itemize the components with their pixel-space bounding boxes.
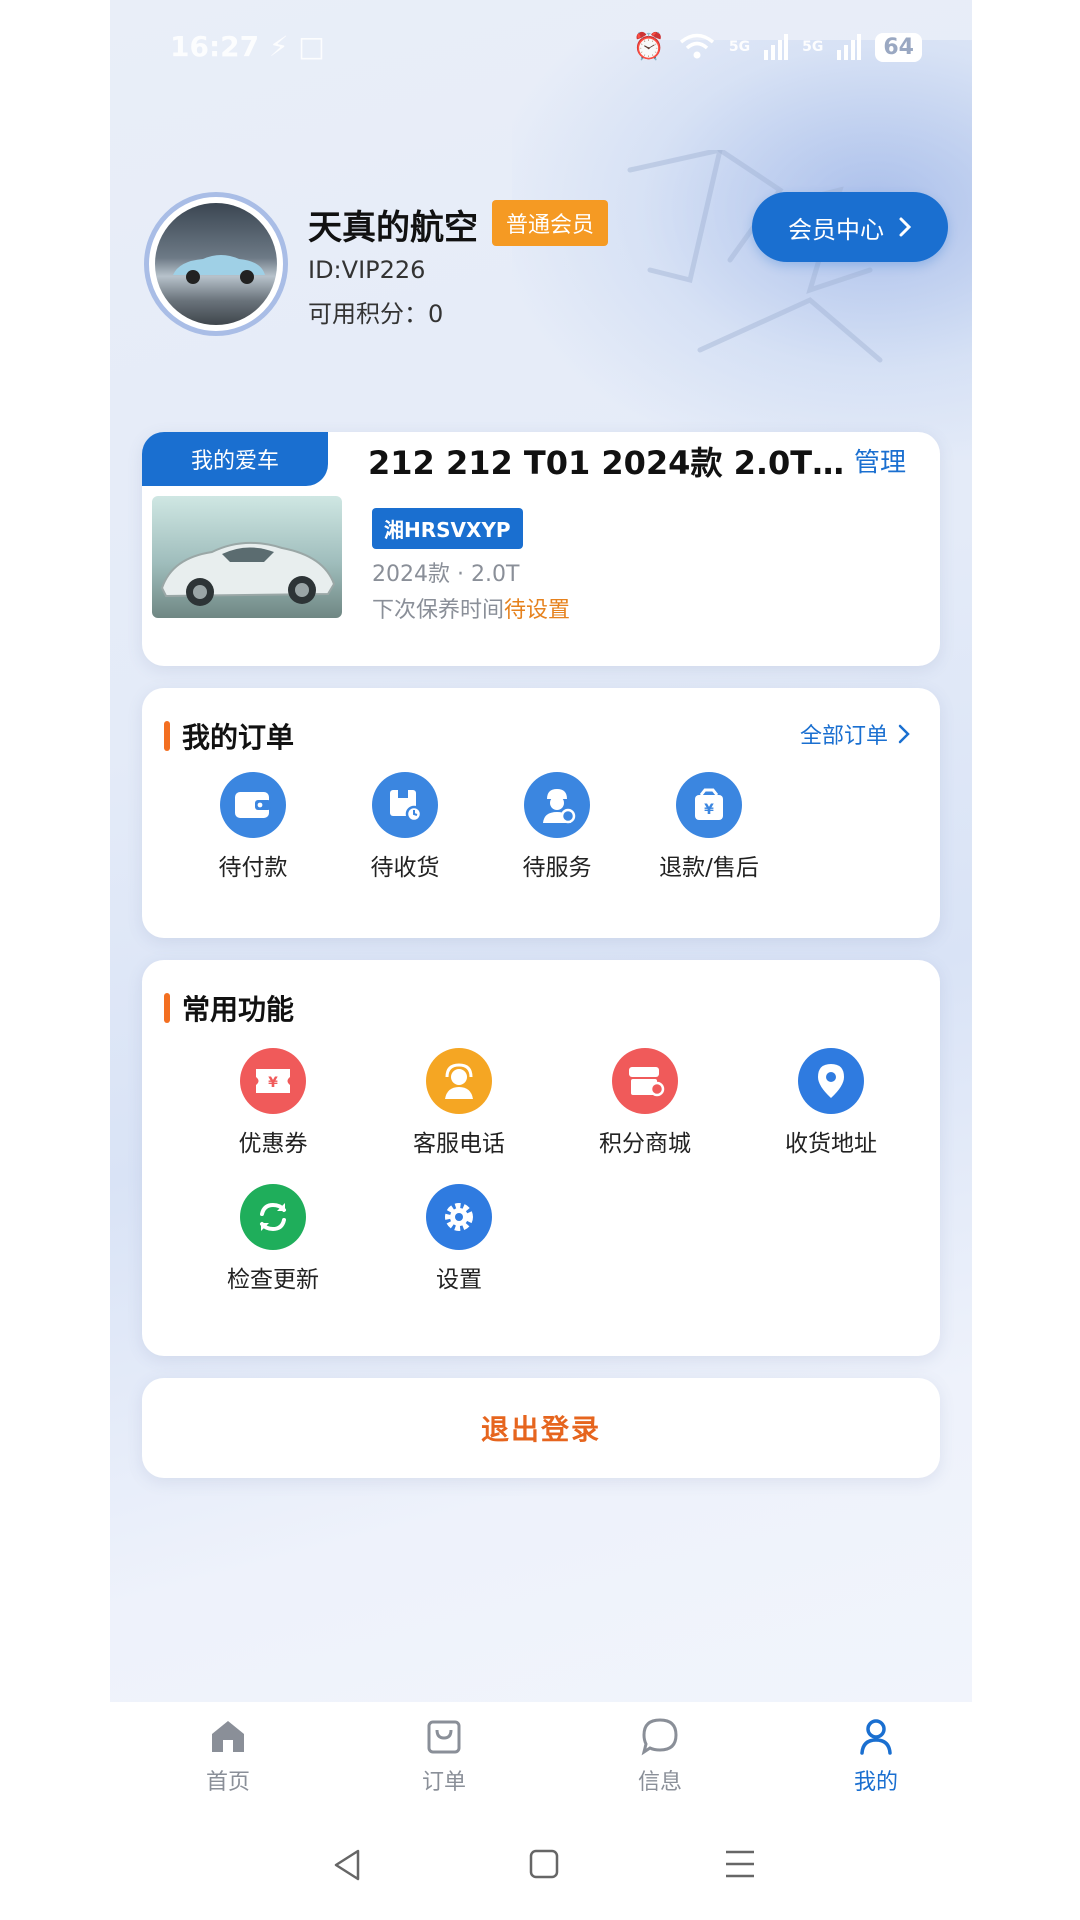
func-check-update-label: 检查更新 <box>227 1267 319 1293</box>
logout-label: 退出登录 <box>480 1413 601 1446</box>
svg-text:¥: ¥ <box>268 1075 278 1091</box>
user-points: 可用积分：0 <box>308 300 444 328</box>
car-spec: 2024款 · 2.0T <box>372 562 520 587</box>
order-pending-payment[interactable]: 待付款 <box>188 772 318 882</box>
order-pending-delivery[interactable]: 待收货 <box>340 772 470 882</box>
bag-icon <box>427 1720 461 1754</box>
signal-bars-icon <box>764 34 789 60</box>
func-settings-label: 设置 <box>436 1267 482 1293</box>
nav-messages[interactable]: 信息 <box>600 1716 720 1796</box>
alarm-icon: ⏰ <box>632 32 665 62</box>
user-id: ID:VIP226 <box>308 256 426 284</box>
maintenance-info: 下次保养时间待设置 <box>372 592 570 624</box>
status-time: 16:27 ⚡ □ <box>170 30 325 63</box>
wifi-icon <box>679 33 715 59</box>
avatar[interactable] <box>144 192 288 336</box>
all-orders-link[interactable]: 全部订单 <box>800 718 910 750</box>
car-icon <box>173 255 265 284</box>
maintenance-value[interactable]: 待设置 <box>504 598 570 623</box>
car-title: 212 212 T01 2024款 2.0T 检... <box>368 444 848 482</box>
common-functions-card: 常用功能 ¥ 优惠券 客服电话 积分商城 收货地址 检查更新 设置 <box>142 960 940 1356</box>
refund-icon: ¥ <box>676 772 742 838</box>
order-refund[interactable]: ¥ 退款/售后 <box>644 772 774 882</box>
func-customer-service-label: 客服电话 <box>413 1131 505 1157</box>
package-icon <box>372 772 438 838</box>
chat-icon <box>641 1718 678 1756</box>
member-level-badge: 普通会员 <box>492 200 609 246</box>
my-car-tag: 我的爱车 <box>142 432 328 486</box>
order-pending-service[interactable]: 待服务 <box>492 772 622 882</box>
status-bar: 16:27 ⚡ □ ⏰ 5G 5G 64 <box>110 0 972 96</box>
user-icon <box>860 1719 892 1755</box>
manage-car-link[interactable]: 管理 <box>854 442 906 479</box>
member-center-button[interactable]: 会员中心 <box>752 192 948 262</box>
menu-icon[interactable] <box>724 1848 756 1880</box>
func-address[interactable]: 收货地址 <box>766 1048 896 1158</box>
func-coupon-label: 优惠券 <box>238 1131 308 1157</box>
decorative-watermark <box>627 150 883 363</box>
location-icon <box>798 1048 864 1114</box>
customer-service-icon <box>426 1048 492 1114</box>
license-plate: 湘HRSVXYP <box>372 508 523 549</box>
order-pending-service-label: 待服务 <box>522 855 592 881</box>
maintenance-label: 下次保养时间 <box>372 598 505 623</box>
functions-section-title: 常用功能 <box>164 988 294 1028</box>
home-icon <box>212 1721 244 1752</box>
status-icons: ⏰ 5G 5G 64 <box>633 32 922 62</box>
store-icon <box>612 1048 678 1114</box>
battery-icon: 64 <box>875 32 922 62</box>
app-screen: 16:27 ⚡ □ ⏰ 5G 5G 64 天真的航空 普通会员 ID:VIP22… <box>110 0 972 1920</box>
section-accent-bar <box>164 993 170 1023</box>
gear-icon <box>426 1184 492 1250</box>
func-points-store-label: 积分商城 <box>599 1131 691 1157</box>
bottom-nav: 首页 订单 信息 我的 <box>110 1702 972 1820</box>
func-check-update[interactable]: 检查更新 <box>208 1184 338 1294</box>
signal-bars-icon-2 <box>837 34 862 60</box>
func-points-store[interactable]: 积分商城 <box>580 1048 710 1158</box>
svg-text:¥: ¥ <box>704 802 714 818</box>
nav-home[interactable]: 首页 <box>168 1716 288 1796</box>
nav-mine-label: 我的 <box>853 1770 898 1795</box>
worker-icon <box>524 772 590 838</box>
nav-orders-label: 订单 <box>421 1770 466 1795</box>
back-icon[interactable] <box>332 1848 364 1882</box>
section-accent-bar <box>164 721 170 751</box>
nav-orders[interactable]: 订单 <box>384 1716 504 1796</box>
chevron-right-icon <box>898 724 910 744</box>
sports-car-icon <box>160 541 336 606</box>
orders-section-title: 我的订单 <box>164 716 294 756</box>
order-pending-delivery-label: 待收货 <box>370 855 440 881</box>
order-refund-label: 退款/售后 <box>659 855 759 881</box>
order-pending-payment-label: 待付款 <box>218 855 288 881</box>
all-orders-label: 全部订单 <box>799 724 888 749</box>
system-nav-bar <box>110 1820 972 1920</box>
member-center-label: 会员中心 <box>788 215 884 244</box>
func-coupon[interactable]: ¥ 优惠券 <box>208 1048 338 1158</box>
nav-home-label: 首页 <box>205 1770 250 1795</box>
wallet-icon <box>220 772 286 838</box>
nav-mine[interactable]: 我的 <box>816 1716 936 1796</box>
func-address-label: 收货地址 <box>785 1131 877 1157</box>
coupon-icon: ¥ <box>240 1048 306 1114</box>
func-customer-service[interactable]: 客服电话 <box>394 1048 524 1158</box>
refresh-icon <box>240 1184 306 1250</box>
functions-title: 常用功能 <box>182 993 295 1026</box>
func-settings[interactable]: 设置 <box>394 1184 524 1294</box>
my-orders-card: 我的订单 全部订单 待付款 待收货 待服务 ¥ 退款/售后 <box>142 688 940 938</box>
signal-icon-1: 5G <box>728 39 751 55</box>
chevron-right-icon <box>899 217 912 237</box>
avatar-image <box>155 203 277 325</box>
home-button-icon[interactable] <box>528 1848 560 1880</box>
orders-title: 我的订单 <box>182 721 295 754</box>
car-image <box>152 496 342 618</box>
my-car-card[interactable]: 我的爱车 212 212 T01 2024款 2.0T 检... 管理 湘HRS… <box>142 432 940 666</box>
user-name: 天真的航空 <box>308 208 478 248</box>
nav-messages-label: 信息 <box>637 1770 682 1795</box>
logout-button[interactable]: 退出登录 <box>142 1378 940 1478</box>
signal-icon-2: 5G <box>802 39 824 55</box>
